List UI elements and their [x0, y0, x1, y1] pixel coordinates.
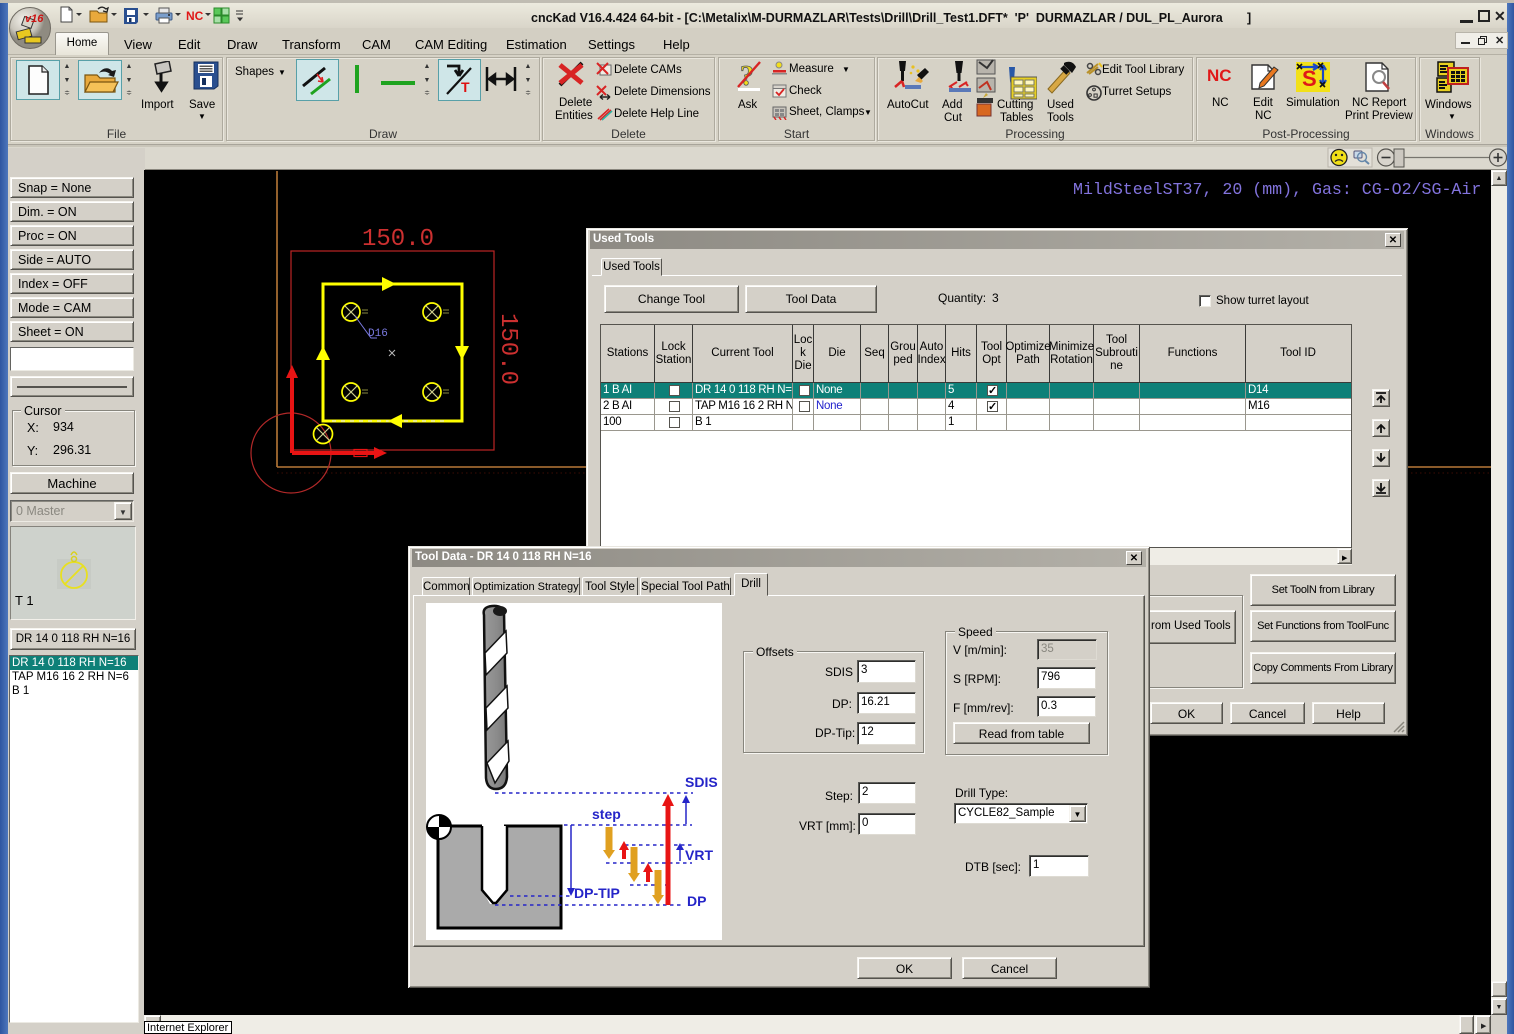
svg-text:150.0: 150.0 — [494, 313, 521, 385]
svg-text:VRT: VRT — [685, 847, 713, 863]
svg-text:NC: NC — [186, 9, 204, 23]
svg-text:D16: D16 — [368, 328, 388, 340]
svg-text:SDIS: SDIS — [685, 774, 718, 790]
svg-text:150.0: 150.0 — [362, 226, 434, 253]
svg-text:MildSteelST37, 20 (mm), Gas: C: MildSteelST37, 20 (mm), Gas: CG-O2/SG-Ai… — [1073, 180, 1481, 199]
svg-text:DP: DP — [687, 893, 706, 909]
svg-text:DP-TIP: DP-TIP — [574, 885, 620, 901]
svg-text:v16: v16 — [25, 13, 44, 25]
svg-text:T: T — [461, 79, 470, 95]
svg-text:step: step — [592, 806, 621, 822]
